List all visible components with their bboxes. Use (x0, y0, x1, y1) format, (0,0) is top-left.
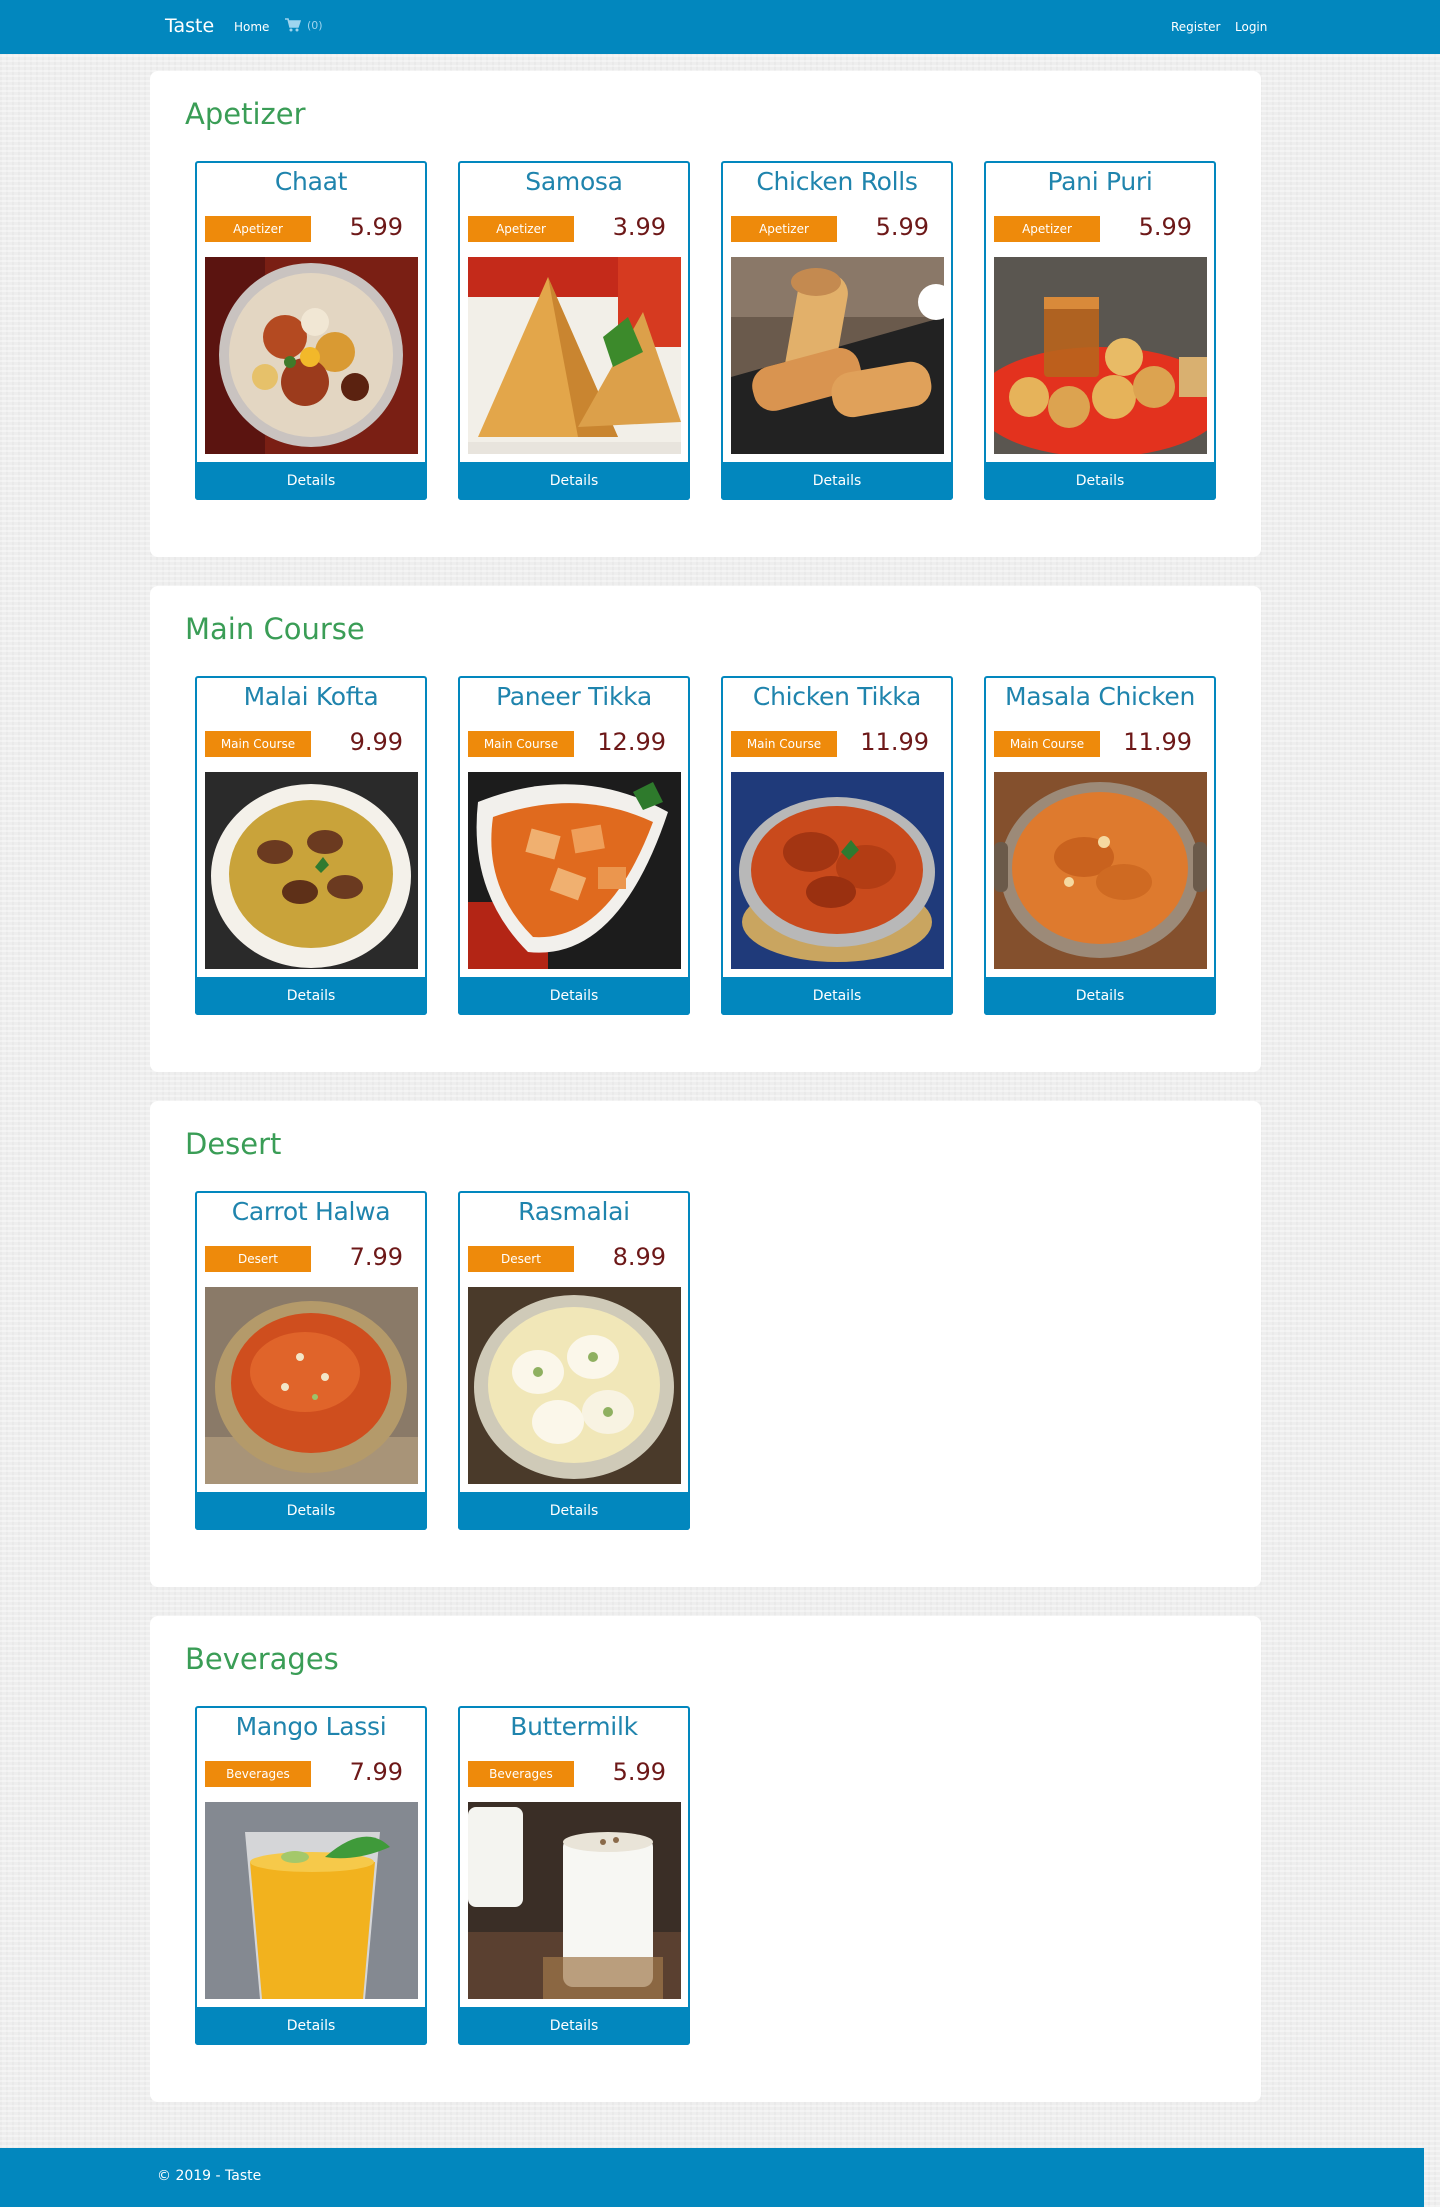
category-badge: Desert (205, 1246, 311, 1272)
category-badge: Beverages (205, 1761, 311, 1787)
menu-item-card: Pani Puri Apetizer 5.99 Details (984, 161, 1216, 500)
category-section-apetizer: Apetizer Chaat Apetizer 5.99 Details Sam… (150, 71, 1261, 557)
shopping-cart-icon (285, 18, 301, 32)
category-badge: Main Course (994, 731, 1100, 757)
item-price: 9.99 (349, 728, 403, 756)
category-badge: Desert (468, 1246, 574, 1272)
category-badge: Beverages (468, 1761, 574, 1787)
category-title: Apetizer (185, 97, 306, 131)
buttermilk-photo (468, 1802, 681, 1999)
mango-lassi-photo (205, 1802, 418, 1999)
rasmalai-photo (468, 1287, 681, 1484)
details-button[interactable]: Details (458, 1492, 690, 1530)
details-button[interactable]: Details (984, 462, 1216, 500)
item-price: 11.99 (1123, 728, 1192, 756)
item-price: 12.99 (597, 728, 666, 756)
details-button[interactable]: Details (195, 462, 427, 500)
chicken-tikka-photo (731, 772, 944, 969)
chicken-rolls-photo (731, 257, 944, 454)
item-name: Carrot Halwa (231, 1197, 391, 1226)
masala-chicken-photo (994, 772, 1207, 969)
category-badge: Main Course (731, 731, 837, 757)
item-price: 5.99 (1138, 213, 1192, 241)
details-button[interactable]: Details (458, 977, 690, 1015)
category-badge: Apetizer (731, 216, 837, 242)
menu-item-card: Chicken Tikka Main Course 11.99 Details (721, 676, 953, 1015)
menu-item-card: Samosa Apetizer 3.99 Details (458, 161, 690, 500)
category-badge: Apetizer (994, 216, 1100, 242)
menu-item-card: Rasmalai Desert 8.99 Details (458, 1191, 690, 1530)
details-button[interactable]: Details (195, 977, 427, 1015)
login-link[interactable]: Login (1235, 20, 1267, 34)
details-button[interactable]: Details (721, 462, 953, 500)
item-name: Malai Kofta (243, 682, 379, 711)
malai-kofta-photo (205, 772, 418, 969)
menu-item-card: Paneer Tikka Main Course 12.99 Details (458, 676, 690, 1015)
copyright-text: © 2019 - Taste (157, 2168, 262, 2184)
details-button[interactable]: Details (458, 462, 690, 500)
carrot-halwa-photo (205, 1287, 418, 1484)
category-title: Beverages (185, 1642, 339, 1676)
cart-link[interactable]: (0) (285, 18, 323, 32)
item-name: Pani Puri (1047, 167, 1153, 196)
category-section-main-course: Main Course Malai Kofta Main Course 9.99… (150, 586, 1261, 1072)
item-name: Mango Lassi (235, 1712, 387, 1741)
details-button[interactable]: Details (195, 2007, 427, 2045)
brand-link[interactable]: Taste (165, 15, 214, 37)
item-price: 5.99 (875, 213, 929, 241)
details-button[interactable]: Details (721, 977, 953, 1015)
menu-item-card: Buttermilk Beverages 5.99 Details (458, 1706, 690, 2045)
item-price: 7.99 (349, 1243, 403, 1271)
item-name: Chicken Tikka (752, 682, 922, 711)
item-name: Chicken Rolls (756, 167, 918, 196)
paneer-tikka-photo (468, 772, 681, 969)
item-name: Samosa (525, 167, 623, 196)
category-badge: Main Course (468, 731, 574, 757)
details-button[interactable]: Details (195, 1492, 427, 1530)
category-title: Main Course (185, 612, 365, 646)
item-name: Rasmalai (518, 1197, 630, 1226)
item-name: Masala Chicken (1004, 682, 1196, 711)
item-name: Buttermilk (510, 1712, 638, 1741)
details-button[interactable]: Details (458, 2007, 690, 2045)
top-navbar: Taste Home (0) Register Login (0, 0, 1440, 54)
item-price: 3.99 (612, 213, 666, 241)
item-price: 5.99 (349, 213, 403, 241)
menu-item-card: Masala Chicken Main Course 11.99 Details (984, 676, 1216, 1015)
menu-item-card: Carrot Halwa Desert 7.99 Details (195, 1191, 427, 1530)
category-title: Desert (185, 1127, 282, 1161)
menu-item-card: Chicken Rolls Apetizer 5.99 Details (721, 161, 953, 500)
details-button[interactable]: Details (984, 977, 1216, 1015)
item-name: Paneer Tikka (496, 682, 652, 711)
nav-home-link[interactable]: Home (234, 20, 269, 34)
cart-count: (0) (307, 18, 323, 32)
chaat-photo (205, 257, 418, 454)
page-footer: © 2019 - Taste (0, 2148, 1424, 2207)
item-name: Chaat (274, 167, 348, 196)
category-section-beverages: Beverages Mango Lassi Beverages 7.99 Det… (150, 1616, 1261, 2102)
register-link[interactable]: Register (1171, 20, 1220, 34)
samosa-photo (468, 257, 681, 454)
item-price: 5.99 (612, 1758, 666, 1786)
category-badge: Main Course (205, 731, 311, 757)
item-price: 11.99 (860, 728, 929, 756)
category-section-desert: Desert Carrot Halwa Desert 7.99 Details … (150, 1101, 1261, 1587)
category-badge: Apetizer (205, 216, 311, 242)
menu-item-card: Malai Kofta Main Course 9.99 Details (195, 676, 427, 1015)
menu-item-card: Chaat Apetizer 5.99 Details (195, 161, 427, 500)
item-price: 7.99 (349, 1758, 403, 1786)
pani-puri-photo (994, 257, 1207, 454)
menu-item-card: Mango Lassi Beverages 7.99 Details (195, 1706, 427, 2045)
category-badge: Apetizer (468, 216, 574, 242)
item-price: 8.99 (612, 1243, 666, 1271)
